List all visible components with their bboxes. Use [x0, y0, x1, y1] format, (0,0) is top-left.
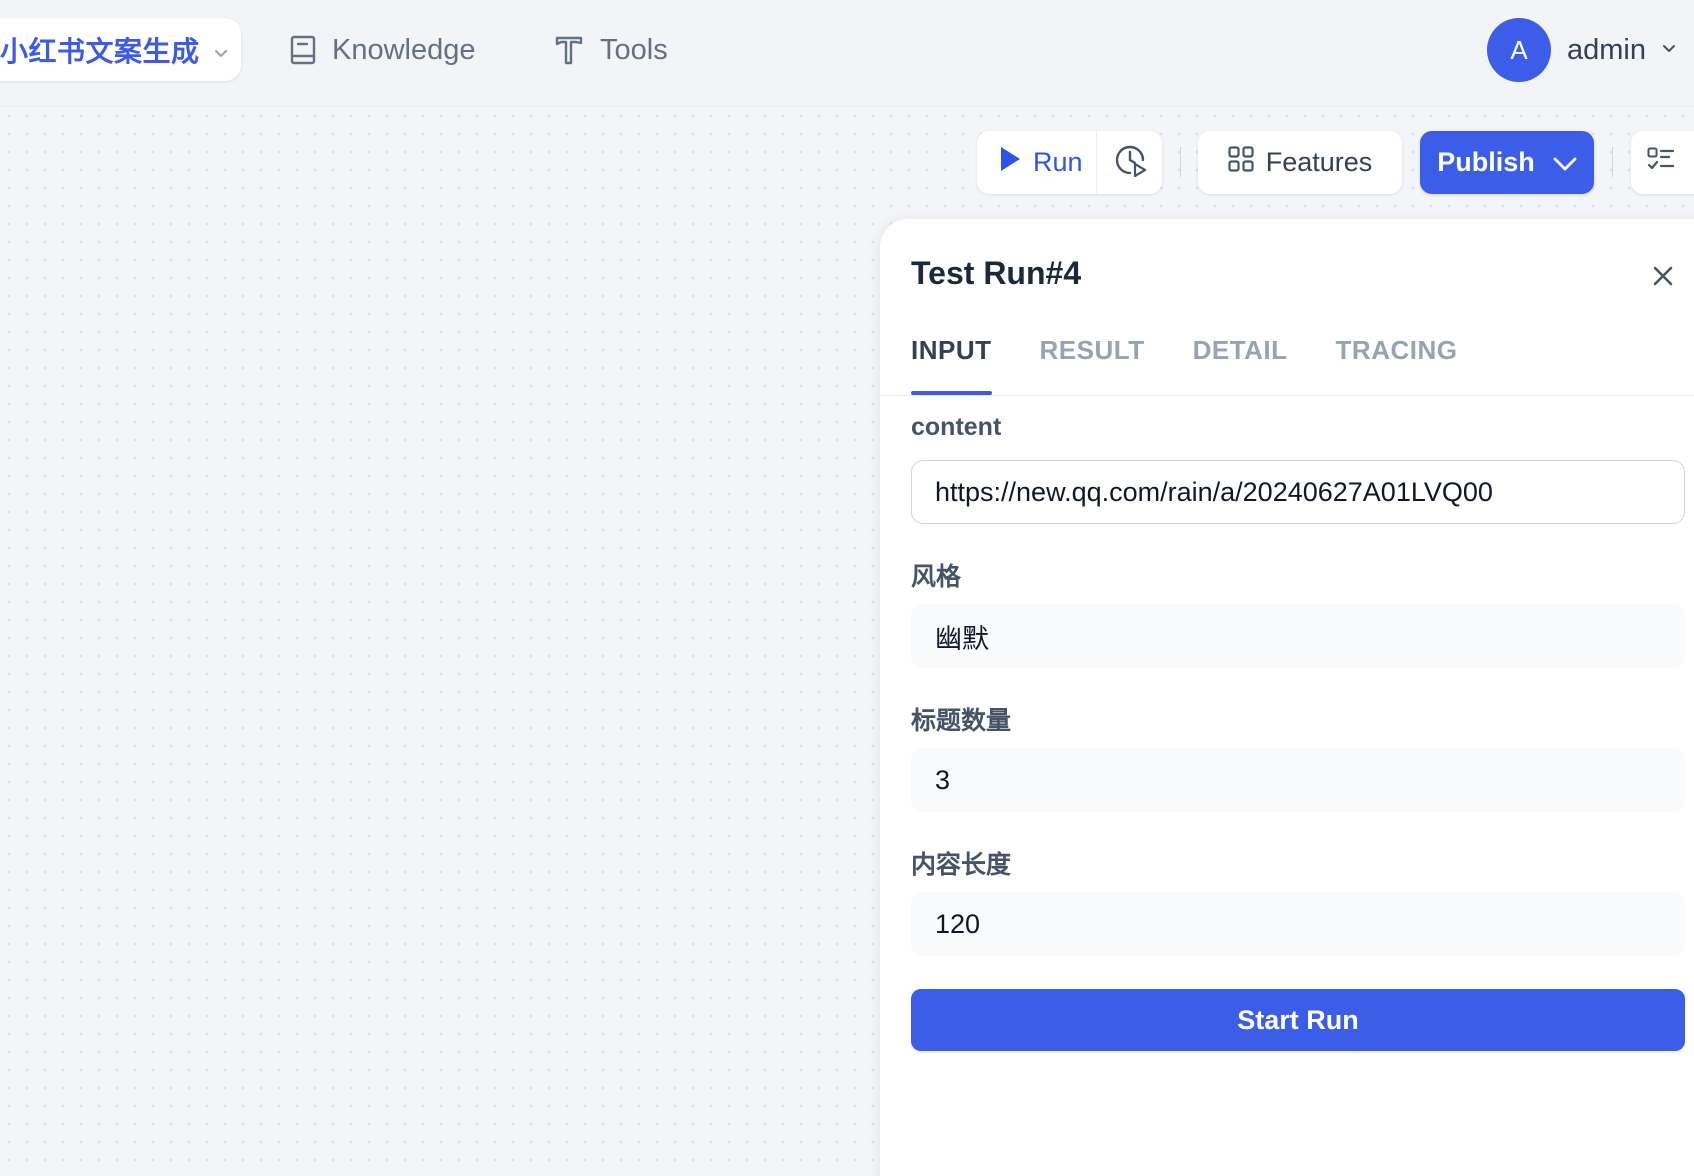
panel-tabs: INPUT RESULT DETAIL TRACING [911, 325, 1505, 395]
clock-play-icon [1113, 143, 1147, 182]
publish-label: Publish [1437, 147, 1535, 177]
close-icon[interactable] [1648, 261, 1678, 291]
checklist-icon [1647, 147, 1675, 178]
tab-result[interactable]: RESULT [1040, 325, 1145, 395]
app-switcher[interactable]: 小红书文案生成 [0, 18, 241, 81]
avatar: A [1487, 18, 1551, 82]
run-button[interactable]: Run [977, 131, 1097, 194]
chevron-down-icon [214, 34, 228, 66]
style-input[interactable] [911, 604, 1685, 668]
content-input[interactable] [911, 460, 1685, 524]
start-run-button[interactable]: Start Run [911, 989, 1685, 1051]
toolbar-divider [1180, 147, 1181, 177]
book-icon [290, 35, 316, 65]
user-menu[interactable]: A admin [1487, 18, 1676, 82]
content-length-input[interactable] [911, 892, 1685, 956]
field-label-style: 风格 [911, 563, 962, 591]
title-count-input[interactable] [911, 748, 1685, 812]
checklist-button[interactable] [1631, 131, 1694, 194]
play-icon [999, 146, 1021, 179]
tab-input[interactable]: INPUT [911, 325, 992, 395]
field-label-content-length: 内容长度 [911, 851, 1012, 879]
tab-tracing[interactable]: TRACING [1336, 325, 1458, 395]
nav-tools-label: Tools [600, 33, 668, 66]
features-label: Features [1265, 147, 1373, 177]
app-name: 小红书文案生成 [0, 35, 200, 67]
panel-title: Test Run#4 [911, 255, 1082, 291]
chevron-down-icon [1662, 41, 1676, 59]
features-button[interactable]: Features [1198, 131, 1402, 194]
field-label-title-count: 标题数量 [911, 707, 1012, 735]
test-run-panel: Test Run#4 INPUT RESULT DETAIL TRACING c… [880, 219, 1694, 1176]
user-name: admin [1567, 33, 1646, 66]
nav-tools[interactable]: Tools [554, 28, 668, 72]
grid-icon [1228, 146, 1254, 179]
tabs-divider [880, 395, 1694, 396]
publish-button[interactable]: Publish [1420, 131, 1594, 194]
run-group: Run [977, 131, 1162, 194]
run-label: Run [1033, 147, 1083, 177]
tab-detail[interactable]: DETAIL [1193, 325, 1288, 395]
toolbar-divider [1612, 147, 1613, 177]
chevron-down-icon [1553, 147, 1577, 178]
hammer-icon [554, 34, 584, 66]
field-label-content: content [911, 413, 1002, 441]
top-navigation: 小红书文案生成 Knowledge Tools A admin [0, 0, 1694, 106]
nav-knowledge-label: Knowledge [332, 33, 476, 66]
run-history-button[interactable] [1097, 143, 1162, 182]
nav-knowledge[interactable]: Knowledge [290, 28, 476, 72]
